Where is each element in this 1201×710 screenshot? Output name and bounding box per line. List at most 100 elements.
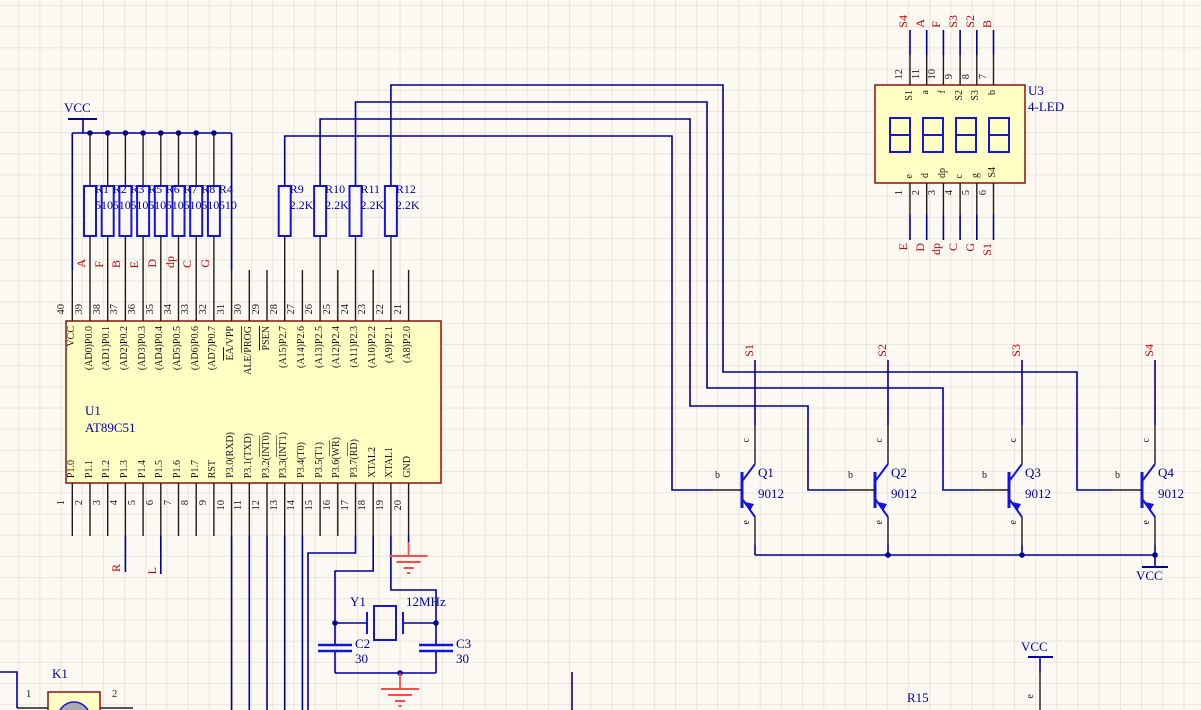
- resistor-value: 2.2K: [361, 199, 385, 211]
- resistor-value: 510: [95, 199, 113, 211]
- resistor-ref: R7: [184, 183, 198, 195]
- u1-pin-number: 31: [217, 304, 228, 315]
- u1-pin-name: P3.6(WR): [332, 437, 342, 478]
- u1-pin-number: 35: [146, 304, 157, 315]
- u3-pin-name: S2: [955, 90, 965, 101]
- u1-pin-name: P3.2(INT0): [262, 432, 272, 478]
- u1-pin-name: GND: [403, 456, 413, 478]
- u1-pin-name: P1.4: [138, 460, 148, 478]
- net-label-l: L: [146, 567, 158, 574]
- u3-pin-name: dp: [938, 168, 948, 178]
- resistor-ref: R9: [290, 183, 304, 195]
- r15-ref: R15: [907, 691, 929, 704]
- net-label-segment: dp: [164, 256, 176, 268]
- u3-part: 4-LED: [1028, 100, 1064, 113]
- u3-pin-number: 2: [912, 190, 923, 195]
- u1-pin-number: 34: [164, 304, 175, 315]
- u3-pin-name: g: [971, 173, 981, 178]
- collector-letter: c: [875, 438, 885, 442]
- u1-pin-name: (A9)P2.1: [385, 326, 395, 363]
- u1-pin-name: (AD7)P0.7: [208, 326, 218, 370]
- u3-pin-number: 9: [945, 74, 956, 79]
- resistor-value: 510: [130, 199, 148, 211]
- u3-pin-number: 8: [962, 74, 973, 79]
- u1-pin-name: ALE/PROG: [244, 326, 254, 375]
- net-label: S2: [964, 15, 976, 28]
- u1-pin-name: (A15)P2.7: [279, 326, 289, 368]
- base-letter: b: [982, 471, 987, 481]
- resistor-ref: R1: [95, 183, 109, 195]
- u1-pin-name: (A11)P2.3: [350, 326, 360, 368]
- y1-ref: Y1: [350, 595, 366, 608]
- u3-pin-number: 1: [895, 190, 906, 195]
- u1-pin-number: 30: [234, 304, 245, 315]
- u1-pin-name: P1.6: [173, 460, 183, 478]
- u1-pin-name: P1.7: [191, 460, 201, 478]
- u1-pin-name: XTAL1: [385, 447, 395, 478]
- junction-dot: [885, 552, 891, 558]
- u1-pin-number: 2: [75, 500, 86, 505]
- collector-letter: c: [1009, 438, 1019, 442]
- emitter-letter: e: [875, 520, 885, 524]
- base-letter: b: [715, 471, 720, 481]
- u1-pin-name: P1.0: [67, 460, 77, 478]
- u1-pin-number: 26: [305, 304, 316, 315]
- transistor-part: 9012: [891, 487, 917, 500]
- vcc-power-port-bottom-label: VCC: [1021, 640, 1048, 653]
- net-label-digit: S1: [743, 344, 755, 357]
- resistor-ref: R2: [113, 183, 127, 195]
- u1-pin-number: 4: [110, 500, 121, 505]
- emitter-letter: e: [1009, 520, 1019, 524]
- u3-pin-name: S3: [971, 90, 981, 101]
- u1-pin-number: 9: [199, 500, 210, 505]
- vcc-power-port-label: VCC: [64, 101, 91, 114]
- u1-pin-number: 28: [270, 304, 281, 315]
- u1-pin-number: 14: [287, 500, 298, 511]
- resistor-ref: R4: [219, 183, 233, 195]
- net-label-segment: G: [199, 259, 211, 268]
- net-label: G: [964, 243, 976, 252]
- wire[interactable]: [0, 672, 17, 708]
- u1-pin-name: (AD5)P0.5: [173, 326, 183, 370]
- net-label-segment: A: [75, 259, 87, 268]
- u1-ref: U1: [85, 404, 101, 417]
- resistor-ref: R3: [130, 183, 144, 195]
- u1-pin-name: (AD3)P0.3: [138, 326, 148, 370]
- u3-pin-number: 3: [928, 190, 939, 195]
- u1-pin-name: (A10)P2.2: [368, 326, 378, 368]
- u3-pin-number: 6: [979, 190, 990, 195]
- u3-pin-name: a: [921, 90, 931, 94]
- u3-pin-name: c: [955, 174, 965, 178]
- c2-ref: C2: [355, 637, 370, 650]
- net-label-segment: E: [128, 261, 140, 268]
- u3-pin-number: 7: [979, 74, 990, 79]
- u1-pin-number: 21: [394, 304, 405, 315]
- net-label-digit: S3: [1010, 344, 1022, 357]
- u1-pin-number: 24: [341, 304, 352, 315]
- u1-pin-number: 7: [164, 500, 175, 505]
- u3-pin-name: e: [905, 174, 915, 178]
- net-label: D: [914, 243, 926, 252]
- y1-value: 12MHz: [406, 595, 446, 608]
- u1-pin-number: 32: [199, 304, 210, 315]
- u3-pin-name: d: [921, 173, 931, 178]
- resistor-value: 510: [166, 199, 184, 211]
- u3-pin-number: 4: [945, 190, 956, 195]
- wire-xtal1[interactable]: [391, 536, 436, 645]
- u1-pin-number: 38: [93, 304, 104, 315]
- u1-pin-number: 8: [181, 500, 192, 505]
- u3-pin-number: 11: [912, 69, 923, 79]
- emitter-letter: e: [1142, 520, 1152, 524]
- crystal-body[interactable]: [374, 606, 396, 640]
- transistor-ref: Q2: [891, 466, 907, 479]
- u1-pin-number: 5: [128, 500, 139, 505]
- u1-pin-name: (A8)P2.0: [403, 326, 413, 363]
- u1-pin-name: (AD2)P0.2: [120, 326, 130, 370]
- c3-ref: C3: [456, 637, 471, 650]
- u1-pin-number: 17: [341, 500, 352, 511]
- u1-pin-number: 29: [252, 304, 263, 315]
- resistor-ref: R10: [325, 183, 345, 195]
- u3-pin-number: 5: [962, 190, 973, 195]
- u1-pin-name: (A13)P2.5: [315, 326, 325, 368]
- resistor-ref: R8: [201, 183, 215, 195]
